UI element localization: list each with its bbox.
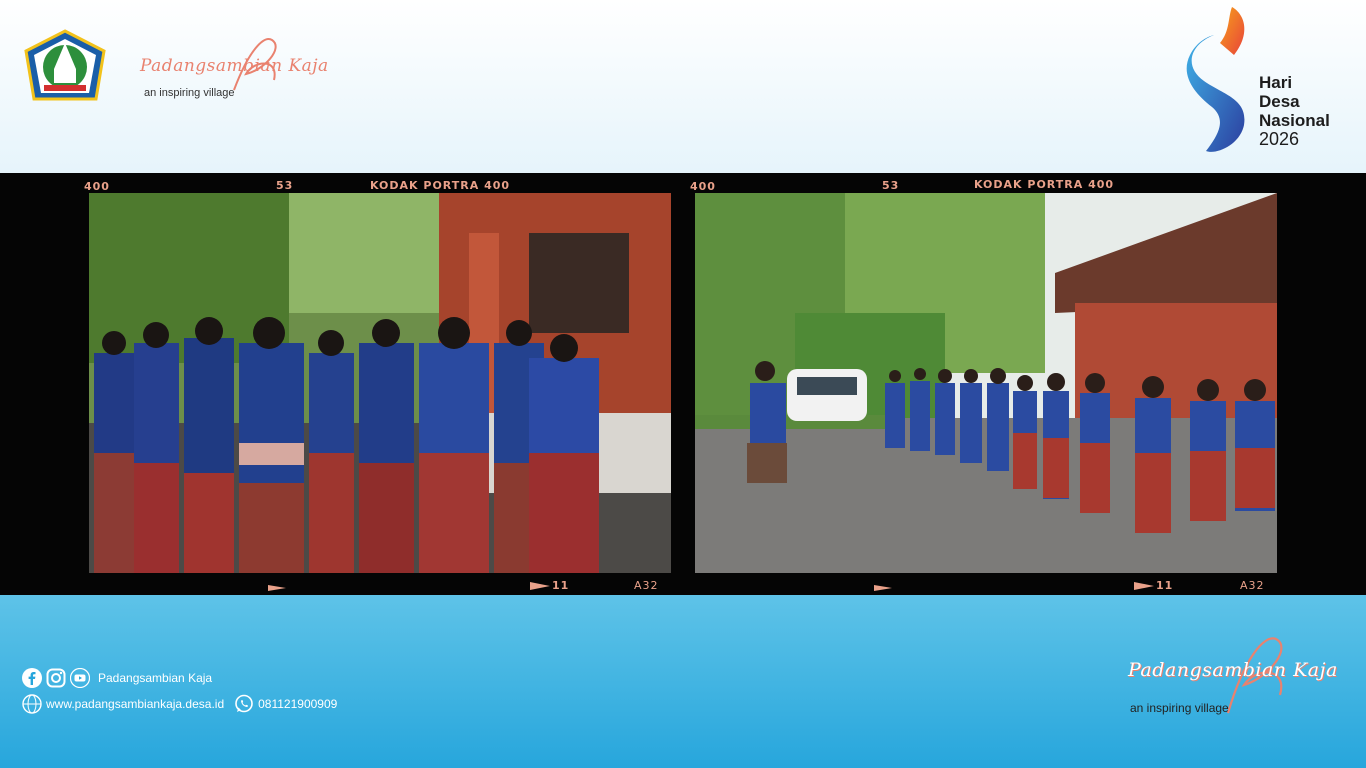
village-crest-logo — [24, 29, 106, 101]
edge-arrow-icon — [874, 585, 892, 591]
edge-arrow-icon — [268, 585, 286, 591]
edge-bottom-code: A32 — [634, 579, 659, 592]
edge-arrow-icon — [530, 582, 550, 590]
social-account-name: Padangsambian Kaja — [98, 671, 213, 685]
instagram-icon[interactable] — [46, 668, 66, 688]
edge-frame-number: 53 — [882, 179, 900, 192]
film-frame-1: 400 53 KODAK PORTRA 400 11 A32 — [78, 173, 682, 595]
footer-brand-tagline: an inspiring village — [1130, 701, 1229, 715]
film-strip: 400 53 KODAK PORTRA 400 11 A32 400 53 KO… — [0, 173, 1366, 595]
social-contact-block: Padangsambian Kaja www.padangsambiankaja… — [22, 665, 337, 717]
edge-brand: KODAK PORTRA 400 — [974, 178, 1115, 191]
contact-row: www.padangsambiankaja.desa.id 0811219009… — [22, 691, 337, 717]
edge-bottom-number: 11 — [1156, 579, 1174, 592]
hdn-ribbon-icon — [1186, 7, 1245, 152]
header-banner: Padangsambian Kaja an inspiring village … — [0, 0, 1366, 173]
header-brand-logo: Padangsambian Kaja an inspiring village — [138, 30, 328, 100]
edge-brand: KODAK PORTRA 400 — [370, 179, 511, 192]
hdn-line-3: Nasional — [1259, 111, 1330, 130]
edge-arrow-icon — [1134, 582, 1154, 590]
youtube-icon[interactable] — [70, 668, 90, 688]
whatsapp-icon — [235, 694, 253, 713]
film-frame-2: 400 53 KODAK PORTRA 400 11 A32 — [684, 173, 1288, 595]
footer-brand-logo: Padangsambian Kaja an inspiring village — [1124, 629, 1337, 719]
edge-iso: 400 — [690, 180, 716, 193]
photo-women-saluting — [89, 193, 671, 573]
hdn-year: 2026 — [1259, 129, 1300, 149]
hdn-line-2: Desa — [1259, 92, 1300, 111]
edge-bottom-code: A32 — [1240, 579, 1265, 592]
hdn-line-1: Hari — [1259, 73, 1293, 92]
footer-brand-script: Padangsambian Kaja — [1128, 659, 1338, 681]
photo-group-assembly — [695, 193, 1277, 573]
hdn-text-block: Hari Desa Nasional 2026 — [1259, 73, 1330, 149]
facebook-icon[interactable] — [22, 668, 42, 688]
edge-iso: 400 — [84, 180, 110, 193]
header-brand-tagline: an inspiring village — [144, 87, 235, 99]
website-link[interactable]: www.padangsambiankaja.desa.id — [46, 697, 224, 711]
whatsapp-number[interactable]: 081121900909 — [258, 697, 337, 711]
footer-banner: Padangsambian Kaja www.padangsambiankaja… — [0, 595, 1366, 768]
hari-desa-nasional-logo: Hari Desa Nasional 2026 — [1184, 5, 1359, 155]
edge-frame-number: 53 — [276, 179, 294, 192]
edge-bottom-number: 11 — [552, 579, 570, 592]
social-row: Padangsambian Kaja — [22, 665, 337, 691]
header-brand-script: Padangsambian Kaja — [140, 56, 329, 76]
globe-icon — [22, 694, 42, 714]
